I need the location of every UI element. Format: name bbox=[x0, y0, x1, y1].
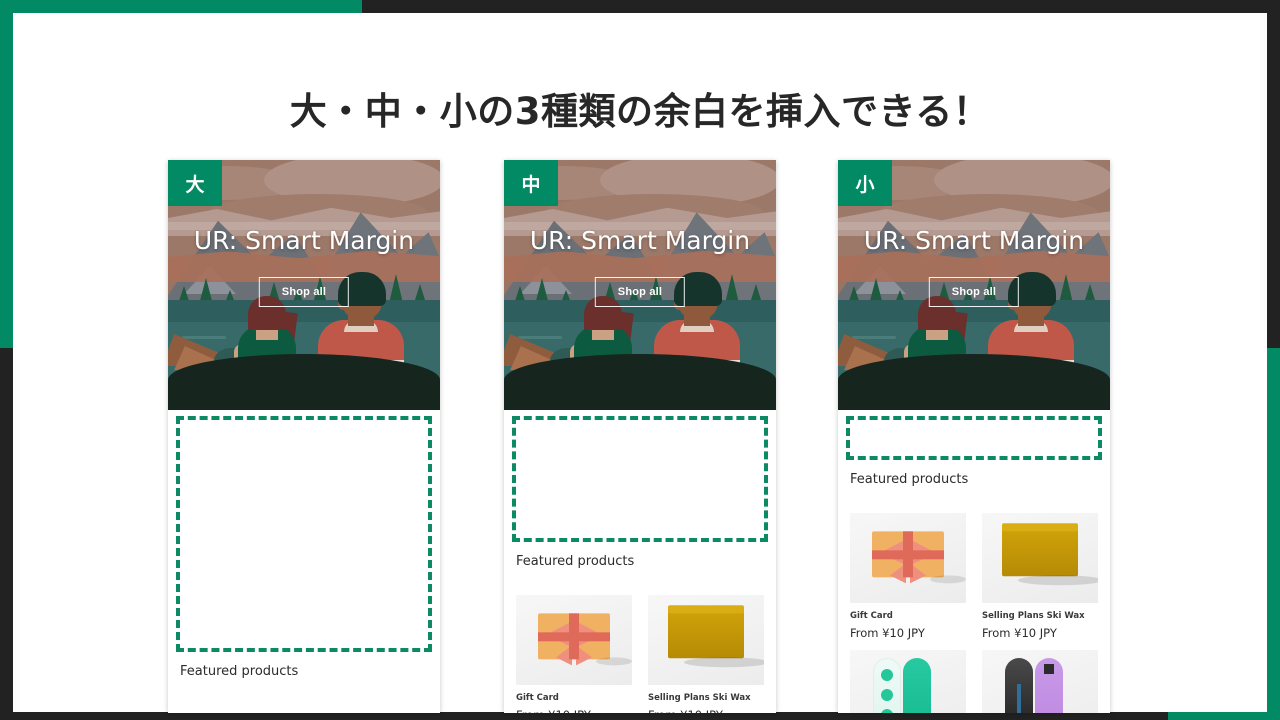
shop-all-button[interactable]: Shop all bbox=[928, 277, 1020, 307]
gift-card-image bbox=[516, 595, 632, 685]
product-grid: Gift Card From ¥10 JPY Selling Plans Ski… bbox=[838, 487, 1110, 713]
hero-title: UR: Smart Margin bbox=[529, 226, 751, 255]
ski-wax-image bbox=[648, 595, 764, 685]
product-price: From ¥10 JPY bbox=[648, 708, 764, 713]
hero-canoe-base bbox=[504, 380, 776, 410]
featured-products-heading: Featured products bbox=[180, 664, 299, 679]
ski-wax-image bbox=[982, 513, 1098, 603]
product-price: From ¥10 JPY bbox=[850, 626, 925, 640]
size-badge-large: 大 bbox=[168, 160, 222, 206]
shop-all-button[interactable]: Shop all bbox=[594, 277, 686, 307]
margin-placeholder-small bbox=[846, 416, 1102, 460]
product-grid: Gift Card From ¥10 JPY Selling Plans Ski… bbox=[504, 569, 776, 713]
snowboard-teal-image bbox=[850, 650, 966, 713]
slide-content-card: 大・中・小の3種類の余白を挿入できる！ UR: Smart Margin Sho… bbox=[13, 13, 1267, 713]
product-card[interactable]: Gift Card From ¥10 JPY bbox=[850, 513, 966, 640]
product-title: Gift Card bbox=[516, 693, 559, 703]
gift-card-image bbox=[850, 513, 966, 603]
product-card[interactable]: Gift Card From ¥10 JPY bbox=[516, 595, 632, 713]
product-card[interactable] bbox=[982, 650, 1098, 713]
margin-placeholder-large bbox=[176, 416, 432, 652]
featured-products-heading: Featured products bbox=[516, 554, 635, 569]
phone-mockup-row: UR: Smart Margin Shop all 大 Featured pro… bbox=[168, 160, 1113, 720]
shop-all-button[interactable]: Shop all bbox=[258, 277, 350, 307]
hero-banner-small: UR: Smart Margin Shop all 小 bbox=[838, 160, 1110, 410]
size-badge-small: 小 bbox=[838, 160, 892, 206]
featured-products-heading: Featured products bbox=[850, 472, 969, 487]
snowboard-purple-image bbox=[982, 650, 1098, 713]
phone-mockup-small: UR: Smart Margin Shop all 小 Featured pro… bbox=[838, 160, 1110, 713]
hero-title: UR: Smart Margin bbox=[193, 226, 415, 255]
slide-root: 大・中・小の3種類の余白を挿入できる！ UR: Smart Margin Sho… bbox=[0, 0, 1280, 720]
size-badge-medium: 中 bbox=[504, 160, 558, 206]
product-title: Selling Plans Ski Wax bbox=[982, 611, 1085, 621]
product-price: From ¥10 JPY bbox=[516, 708, 632, 713]
product-title: Gift Card bbox=[850, 611, 893, 621]
page-title: 大・中・小の3種類の余白を挿入できる！ bbox=[289, 90, 991, 133]
phone-mockup-medium: UR: Smart Margin Shop all 中 Featured pro… bbox=[504, 160, 776, 713]
hero-banner-medium: UR: Smart Margin Shop all 中 bbox=[504, 160, 776, 410]
hero-canoe-base bbox=[168, 380, 440, 410]
phone-mockup-large: UR: Smart Margin Shop all 大 Featured pro… bbox=[168, 160, 440, 713]
product-title: Selling Plans Ski Wax bbox=[648, 693, 751, 703]
product-card[interactable]: Selling Plans Ski Wax From ¥10 JPY bbox=[982, 513, 1098, 640]
hero-canoe-base bbox=[838, 380, 1110, 410]
product-card[interactable]: Selling Plans Ski Wax From ¥10 JPY bbox=[648, 595, 764, 713]
margin-placeholder-medium bbox=[512, 416, 768, 542]
hero-title: UR: Smart Margin bbox=[863, 226, 1085, 255]
hero-banner-large: UR: Smart Margin Shop all 大 bbox=[168, 160, 440, 410]
product-price: From ¥10 JPY bbox=[982, 626, 1057, 640]
product-card[interactable] bbox=[850, 650, 966, 713]
